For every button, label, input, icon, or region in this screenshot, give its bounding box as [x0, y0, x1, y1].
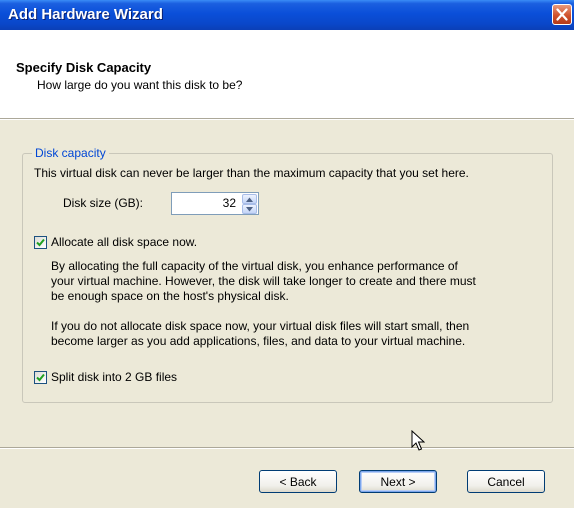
page-subtitle: How large do you want this disk to be? [37, 78, 243, 92]
window-title: Add Hardware Wizard [8, 6, 163, 23]
page-title: Specify Disk Capacity [16, 60, 152, 75]
disk-size-label: Disk size (GB): [63, 196, 144, 210]
cancel-button[interactable]: Cancel [467, 470, 545, 493]
split-disk-label[interactable]: Split disk into 2 GB files [51, 370, 177, 384]
add-hardware-wizard-window: Add Hardware Wizard Specify Disk Capacit… [0, 0, 574, 508]
wizard-header: Specify Disk Capacity How large do you w… [0, 30, 574, 118]
checkmark-icon [36, 373, 45, 382]
allocate-disk-checkbox[interactable] [34, 236, 47, 249]
allocate-disk-label[interactable]: Allocate all disk space now. [51, 235, 197, 249]
next-button[interactable]: Next > [359, 470, 437, 493]
disk-capacity-legend: Disk capacity [32, 146, 109, 160]
back-button[interactable]: < Back [259, 470, 337, 493]
checkmark-icon [36, 238, 45, 247]
title-bar[interactable]: Add Hardware Wizard [0, 0, 574, 30]
allocate-info-text: By allocating the full capacity of the v… [51, 259, 476, 303]
spin-up-button[interactable] [242, 194, 257, 204]
mouse-pointer-icon [411, 430, 425, 451]
close-button[interactable] [552, 4, 572, 25]
close-icon [556, 8, 568, 21]
header-divider [0, 118, 574, 120]
split-disk-checkbox[interactable] [34, 371, 47, 384]
no-allocate-info-text: If you do not allocate disk space now, y… [51, 319, 470, 348]
footer-divider [0, 447, 574, 449]
disk-size-value[interactable]: 32 [223, 196, 236, 210]
capacity-description: This virtual disk can never be larger th… [34, 166, 469, 180]
spin-down-button[interactable] [242, 204, 257, 214]
disk-size-stepper[interactable]: 32 [171, 192, 259, 215]
arrow-down-icon [246, 207, 253, 212]
arrow-up-icon [246, 197, 253, 202]
